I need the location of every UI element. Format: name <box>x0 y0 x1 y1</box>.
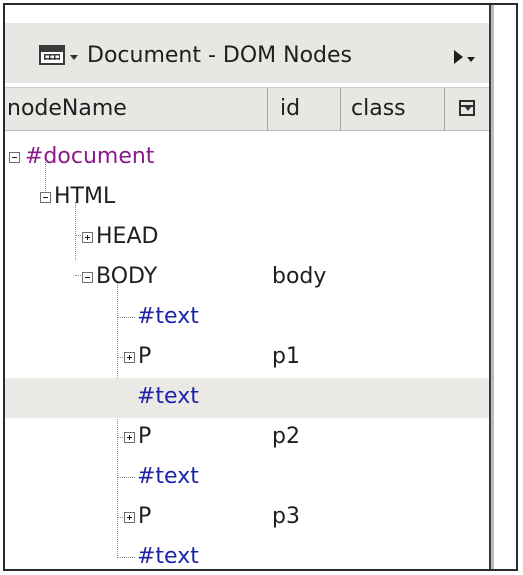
expand-icon[interactable] <box>124 352 135 363</box>
collapse-icon[interactable] <box>9 152 20 163</box>
chevron-down-icon <box>467 57 475 62</box>
tree-row[interactable]: #text <box>5 538 489 569</box>
tree-row[interactable]: #text <box>5 298 489 338</box>
column-header-class[interactable]: class <box>341 88 445 130</box>
column-picker-button[interactable] <box>445 88 489 130</box>
column-header-id[interactable]: id <box>268 88 341 130</box>
panel-splitter[interactable] <box>491 5 494 569</box>
node-name: HTML <box>54 184 116 209</box>
column-header: nodeName id class <box>5 87 489 131</box>
node-id: body <box>272 264 327 289</box>
expand-icon[interactable] <box>124 432 135 443</box>
node-name: P <box>138 504 152 529</box>
panel-menu-button[interactable] <box>454 47 480 67</box>
tree-row[interactable]: P p2 <box>5 418 489 458</box>
node-name: BODY <box>96 264 158 289</box>
tree-row[interactable]: HEAD <box>5 218 489 258</box>
tree-row-selected[interactable]: #text <box>5 378 489 418</box>
node-id: p2 <box>272 424 300 449</box>
panel-toolbar: Document - DOM Nodes <box>5 23 489 83</box>
expand-icon[interactable] <box>124 512 135 523</box>
tree-row[interactable]: #text <box>5 458 489 498</box>
node-name: #text <box>137 464 199 489</box>
dom-tree: #document HTML HEAD BODY body #text P p1… <box>5 135 489 569</box>
tree-row[interactable]: P p3 <box>5 498 489 538</box>
dom-nodes-panel: Document - DOM Nodes nodeName id class #… <box>5 5 491 569</box>
tree-row[interactable]: P p1 <box>5 338 489 378</box>
panel-title: Document - DOM Nodes <box>87 43 353 68</box>
node-name: #text <box>137 544 199 569</box>
column-picker-icon <box>459 100 475 116</box>
node-id: p3 <box>272 504 300 529</box>
view-menu-button[interactable] <box>39 41 81 67</box>
tree-row[interactable]: BODY body <box>5 258 489 298</box>
node-name: HEAD <box>96 224 159 249</box>
node-name: P <box>138 424 152 449</box>
collapse-icon[interactable] <box>40 192 51 203</box>
column-header-nodename[interactable]: nodeName <box>5 88 268 130</box>
tree-row[interactable]: #document <box>5 138 489 178</box>
tree-row[interactable]: HTML <box>5 178 489 218</box>
node-name: #text <box>137 304 199 329</box>
node-name: #document <box>25 144 155 169</box>
node-name: #text <box>137 384 199 409</box>
node-name: P <box>138 344 152 369</box>
play-menu-icon <box>454 50 463 64</box>
grid-icon <box>39 45 65 65</box>
node-id: p1 <box>272 344 300 369</box>
chevron-down-icon <box>70 55 78 60</box>
dom-inspector-window: Document - DOM Nodes nodeName id class #… <box>3 3 518 571</box>
expand-icon[interactable] <box>82 232 93 243</box>
collapse-icon[interactable] <box>82 272 93 283</box>
